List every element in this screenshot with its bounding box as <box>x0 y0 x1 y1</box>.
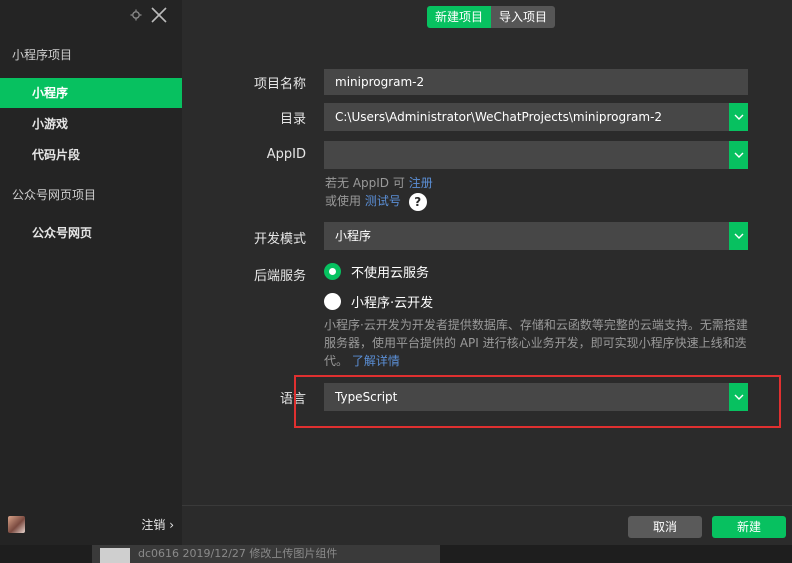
chevron-down-icon[interactable] <box>729 222 748 250</box>
radio-unchecked-icon[interactable] <box>324 293 341 310</box>
radio-no-cloud[interactable]: 不使用云服务 <box>324 262 429 281</box>
background-thumbnail <box>100 548 130 563</box>
project-tabs: 新建项目 导入项目 <box>427 6 556 28</box>
create-button[interactable]: 新建 <box>712 516 786 538</box>
language-label: 语言 <box>279 392 306 407</box>
directory-select[interactable]: C:\Users\Administrator\WeChatProjects\mi… <box>324 103 748 131</box>
highlight-box <box>294 375 781 428</box>
close-icon[interactable] <box>150 6 168 24</box>
sidebar-item-miniprogram[interactable]: 小程序 <box>0 78 182 108</box>
radio-cloud-dev-label: 小程序·云开发 <box>351 296 434 311</box>
dev-mode-select[interactable]: 小程序 <box>324 222 748 250</box>
group-label-official-account: 公众号网页项目 <box>12 188 97 202</box>
register-link[interactable]: 注册 <box>409 176 433 190</box>
appid-label: AppID <box>266 147 306 162</box>
help-icon[interactable]: ? <box>408 192 427 211</box>
chevron-down-icon[interactable] <box>729 141 748 169</box>
appid-hint-2: 或使用 测试号 ? <box>325 192 427 211</box>
appid-hint-text: 若无 AppID 可 <box>325 176 405 190</box>
appid-select[interactable] <box>324 141 748 169</box>
cancel-button[interactable]: 取消 <box>628 516 702 538</box>
project-name-label: 项目名称 <box>253 77 306 92</box>
directory-value: C:\Users\Administrator\WeChatProjects\mi… <box>335 110 663 124</box>
background-commit-row: dc0616 2019/12/27 修改上传图片组件 <box>92 545 440 563</box>
cloud-description: 小程序·云开发为开发者提供数据库、存储和云函数等完整的云端支持。无需搭建服务器，… <box>324 316 754 370</box>
test-account-link[interactable]: 测试号 <box>365 194 401 208</box>
radio-cloud-dev[interactable]: 小程序·云开发 <box>324 292 433 311</box>
learn-more-link[interactable]: 了解详情 <box>352 354 400 368</box>
directory-label: 目录 <box>279 112 306 127</box>
sidebar: 小程序项目 小程序 小游戏 代码片段 公众号网页项目 公众号网页 注销 › <box>0 0 182 563</box>
project-name-input[interactable]: miniprogram-2 <box>324 69 748 95</box>
logout-link[interactable]: 注销 › <box>141 516 174 533</box>
tab-import-project[interactable]: 导入项目 <box>491 6 556 28</box>
dev-mode-label: 开发模式 <box>253 232 306 247</box>
radio-checked-icon[interactable] <box>324 263 341 280</box>
radio-no-cloud-label: 不使用云服务 <box>351 266 430 281</box>
sidebar-item-official-web[interactable]: 公众号网页 <box>0 218 182 248</box>
background-text: dc0616 2019/12/27 修改上传图片组件 <box>138 547 338 560</box>
group-label-miniprogram: 小程序项目 <box>12 48 73 62</box>
sidebar-item-code-snippet[interactable]: 代码片段 <box>0 140 182 170</box>
backend-label: 后端服务 <box>253 269 306 284</box>
sidebar-item-minigame[interactable]: 小游戏 <box>0 109 182 139</box>
appid-hint: 若无 AppID 可 注册 <box>325 174 433 192</box>
user-row: 注销 › <box>8 515 174 533</box>
window-controls <box>130 6 168 24</box>
avatar[interactable] <box>8 515 25 533</box>
dev-mode-value: 小程序 <box>335 229 372 243</box>
appid-hint2-text: 或使用 <box>325 194 362 208</box>
settings-icon[interactable] <box>130 9 142 21</box>
chevron-down-icon[interactable] <box>729 103 748 131</box>
tab-new-project[interactable]: 新建项目 <box>427 6 492 28</box>
background-window: dc0616 2019/12/27 修改上传图片组件 <box>0 545 792 563</box>
